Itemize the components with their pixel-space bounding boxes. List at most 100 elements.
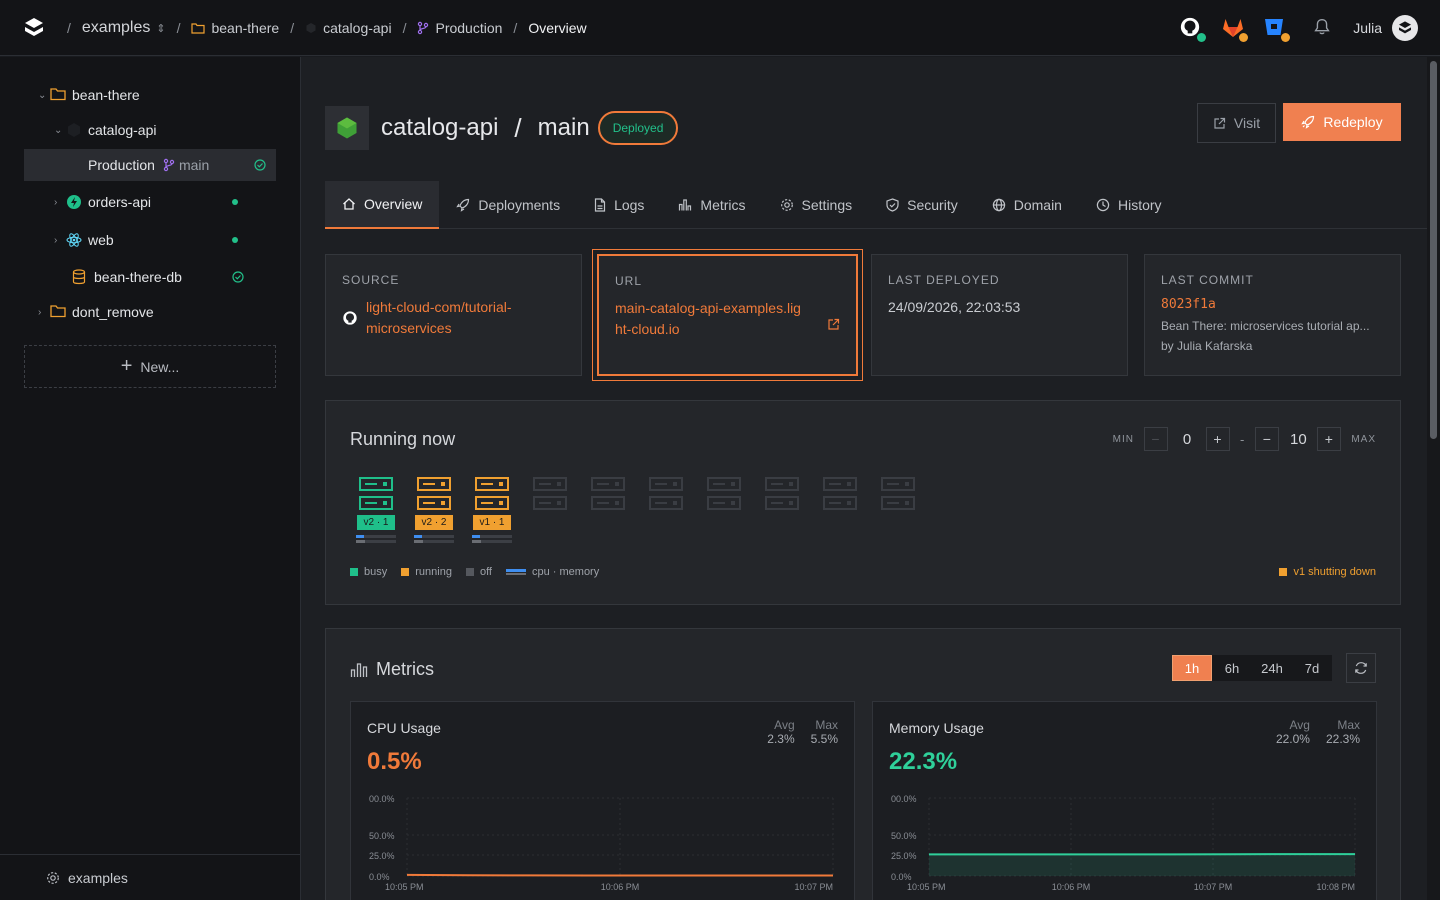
- cpu-stats: Avg 2.3% Max 5.5%: [767, 718, 838, 746]
- card-label: SOURCE: [342, 273, 400, 287]
- sidebar-item-catalog-api[interactable]: ⌄ catalog-api: [24, 114, 276, 146]
- breadcrumb-workspace[interactable]: examples ⇕: [82, 19, 166, 37]
- breadcrumb-page[interactable]: Overview: [528, 20, 586, 36]
- server-icon: [533, 477, 567, 491]
- gitlab-status-dot: [1239, 33, 1249, 42]
- bar-chart-icon: [350, 662, 368, 678]
- sidebar-item-web[interactable]: › web: [24, 224, 276, 256]
- gitlab-icon[interactable]: [1221, 16, 1249, 42]
- tab-domain[interactable]: Domain: [975, 181, 1079, 229]
- x-tick-label: 10:05 PM: [385, 882, 424, 892]
- external-link-icon[interactable]: [827, 318, 840, 331]
- instance-tag: v1 · 1: [473, 515, 511, 530]
- metrics-panel: Metrics 1h 6h 24h 7d CPU Usage 0.5% Avg 2…: [325, 628, 1401, 900]
- tab-security[interactable]: Security: [869, 181, 975, 229]
- url-card: URL main-catalog-api-examples.lig ht-clo…: [592, 249, 863, 381]
- source-repo-link[interactable]: light-cloud-com/tutorial- microservices: [366, 297, 512, 339]
- branch-icon: [163, 158, 175, 172]
- breadcrumb-service[interactable]: catalog-api: [305, 20, 392, 36]
- breadcrumb-project[interactable]: bean-there: [191, 20, 279, 36]
- tab-history[interactable]: History: [1079, 181, 1179, 229]
- instance-running[interactable]: v2 · 2: [414, 477, 454, 543]
- server-icon: [359, 496, 393, 510]
- y-tick-label: 25.0%: [369, 851, 395, 861]
- branch-name: main: [537, 114, 590, 141]
- y-tick-label: 00.0%: [369, 794, 395, 804]
- github-icon[interactable]: [1179, 16, 1207, 42]
- server-icon: [417, 477, 451, 491]
- min-label: MIN: [1112, 433, 1134, 445]
- tab-overview[interactable]: Overview: [325, 181, 440, 229]
- instance-running[interactable]: v1 · 1: [472, 477, 512, 543]
- instance-tag: v2 · 2: [415, 515, 453, 530]
- branch-label: main: [178, 157, 210, 173]
- cpu-max: 5.5%: [810, 732, 838, 746]
- chevron-right-icon: ›: [54, 196, 58, 208]
- folder-icon: [50, 87, 66, 103]
- breadcrumb-environment[interactable]: Production: [417, 20, 502, 36]
- instance-legend: busy running off cpu · memory: [350, 566, 599, 578]
- instance-slot-off: [820, 477, 860, 515]
- sidebar-item-production[interactable]: Production main: [24, 149, 276, 181]
- min-decrement-button[interactable]: −: [1143, 427, 1168, 451]
- visit-button[interactable]: Visit: [1197, 103, 1276, 143]
- x-tick-label: 10:06 PM: [601, 882, 640, 892]
- panel-title: Metrics: [376, 659, 434, 679]
- gear-icon: [46, 871, 60, 885]
- legend-swatch-cpu-memory: [505, 569, 526, 575]
- y-tick-label: 0.0%: [369, 872, 390, 882]
- folder-icon: [191, 22, 206, 34]
- main-scrollbar[interactable]: [1427, 57, 1440, 900]
- x-tick-label: 10:05 PM: [907, 882, 946, 892]
- refresh-button[interactable]: [1346, 653, 1376, 683]
- redeploy-button[interactable]: Redeploy: [1283, 103, 1401, 141]
- instance-busy[interactable]: v2 · 1: [356, 477, 396, 543]
- tab-logs[interactable]: Logs: [577, 181, 661, 229]
- service-icon: [66, 194, 82, 210]
- bitbucket-icon[interactable]: [1263, 16, 1291, 42]
- service-url-link[interactable]: main-catalog-api-examples.lig ht-cloud.i…: [615, 298, 801, 340]
- user-menu[interactable]: Julia: [1353, 15, 1418, 41]
- range-24h-button[interactable]: 24h: [1252, 655, 1292, 681]
- commit-hash[interactable]: 8023f1a: [1161, 297, 1384, 312]
- sidebar-item-bean-there-db[interactable]: bean-there-db: [24, 261, 276, 293]
- tab-deployments[interactable]: Deployments: [439, 181, 577, 229]
- app-logo-icon[interactable]: [22, 16, 46, 40]
- sidebar-item-orders-api[interactable]: › orders-api: [24, 186, 276, 218]
- range-6h-button[interactable]: 6h: [1212, 655, 1252, 681]
- file-icon: [594, 198, 606, 212]
- commit-author: by Julia Kafarska: [1161, 339, 1253, 353]
- server-icon: [475, 477, 509, 491]
- time-range-selector: 1h 6h 24h 7d: [1172, 655, 1332, 681]
- chevron-right-icon: ›: [54, 234, 58, 246]
- service-name: catalog-api: [381, 114, 499, 141]
- status-badge: Deployed: [597, 111, 679, 145]
- chevron-updown-icon: ⇕: [156, 22, 166, 35]
- rocket-icon: [456, 198, 470, 212]
- tab-settings[interactable]: Settings: [763, 181, 870, 229]
- card-label: LAST DEPLOYED: [888, 273, 1000, 287]
- range-1h-button[interactable]: 1h: [1172, 655, 1212, 681]
- plus-icon: +: [120, 355, 133, 377]
- database-icon: [72, 269, 88, 285]
- server-icon: [881, 477, 915, 491]
- min-increment-button[interactable]: +: [1205, 427, 1230, 451]
- breadcrumb-separator: /: [67, 20, 71, 36]
- scrollbar-thumb[interactable]: [1430, 61, 1437, 439]
- sidebar-item-dont-remove[interactable]: › dont_remove: [24, 296, 276, 328]
- workspace-settings-link[interactable]: examples: [0, 854, 300, 900]
- sidebar-item-bean-there[interactable]: ⌄ bean-there: [24, 79, 276, 111]
- max-decrement-button[interactable]: −: [1255, 427, 1280, 451]
- max-increment-button[interactable]: +: [1317, 427, 1342, 451]
- memory-bar: [356, 540, 396, 543]
- cpu-bar: [356, 535, 396, 538]
- y-tick-label: 50.0%: [891, 831, 917, 841]
- range-7d-button[interactable]: 7d: [1292, 655, 1332, 681]
- new-button[interactable]: + New...: [24, 345, 276, 388]
- tab-metrics[interactable]: Metrics: [661, 181, 762, 229]
- bell-icon[interactable]: [1311, 16, 1335, 40]
- bar-chart-icon: [678, 198, 692, 212]
- scaling-controls: MIN − 0 + - − 10 + MAX: [1113, 427, 1376, 451]
- external-link-icon: [1213, 117, 1226, 130]
- cpu-usage-chart: 00.0% 50.0% 25.0% 0.0%10:05 PM 10:06 PM 10:07…: [369, 794, 834, 892]
